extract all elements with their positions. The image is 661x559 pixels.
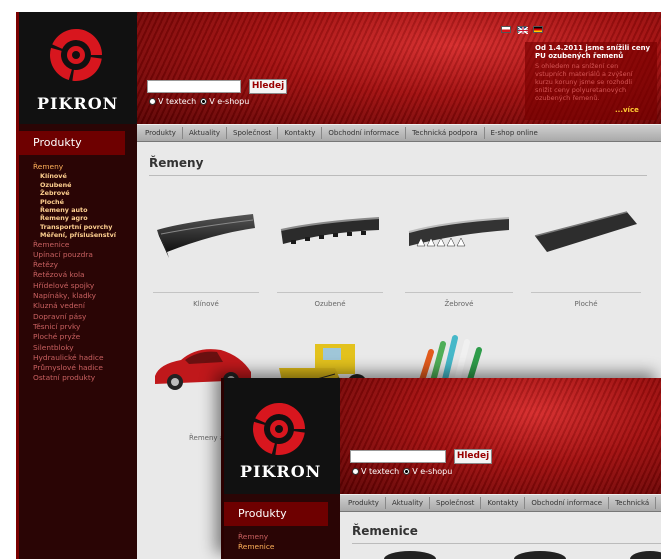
logo-area-2[interactable]: PIKRON xyxy=(224,378,340,494)
nav-item-eshop-online[interactable]: E-shop online xyxy=(485,127,544,139)
title-rule-2 xyxy=(352,543,661,544)
brand-name-2: PIKRON xyxy=(240,462,322,481)
search-button[interactable]: Hledej xyxy=(249,79,287,94)
nav-item-obchodni-informace[interactable]: Obchodní informace xyxy=(322,127,407,139)
flag-cz-icon[interactable] xyxy=(501,26,511,33)
nav-item-technicka-podpora[interactable]: Technická podpora xyxy=(406,127,485,139)
ribbed-belt-image[interactable] xyxy=(405,202,513,260)
radio-eshop[interactable]: V e-shopu xyxy=(200,97,249,106)
sidebar-menu-item[interactable]: Hřídelové spojky xyxy=(33,281,137,291)
sidebar-menu-item[interactable]: Dopravní pásy xyxy=(33,312,137,322)
sidebar-heading-2: Produkty xyxy=(224,502,328,526)
search-input[interactable] xyxy=(147,80,241,93)
nav-item-spolecnost-2[interactable]: Společnost xyxy=(430,497,482,509)
pikron-logo-icon xyxy=(253,403,305,455)
sidebar-menu-item[interactable]: Těsnicí prvky xyxy=(33,322,137,332)
search-button-2[interactable]: Hledej xyxy=(454,449,492,464)
product-rule-1 xyxy=(153,292,259,293)
nav-item-produkty[interactable]: Produkty xyxy=(139,127,183,139)
product-rule-3 xyxy=(405,292,513,293)
flat-belt-image[interactable] xyxy=(531,202,641,258)
flag-de-icon[interactable] xyxy=(533,26,543,33)
radio-texts[interactable]: V textech xyxy=(149,97,196,106)
news-more-link[interactable]: ...více xyxy=(615,106,639,114)
radio-texts-label-2: V textech xyxy=(361,467,400,476)
nav-item-technicka-2[interactable]: Technická xyxy=(609,497,657,509)
page-title-2: Řemenice xyxy=(352,524,418,538)
sidebar-menu-item[interactable]: Ploché xyxy=(33,198,137,206)
pikron-logo-icon xyxy=(50,29,102,81)
sidebar-menu-item[interactable]: Transportní povrchy xyxy=(33,223,137,231)
nav-item-aktuality-2[interactable]: Aktuality xyxy=(386,497,431,509)
product-label-klinove[interactable]: Klínové xyxy=(153,300,259,308)
logo-area[interactable]: PIKRON xyxy=(19,12,137,124)
sidebar-menu-item[interactable]: Řemenice xyxy=(33,240,137,250)
radio-texts-label: V textech xyxy=(158,97,197,106)
page-title: Řemeny xyxy=(149,156,204,170)
search-scope-options-2: V textech V e-shopu xyxy=(352,467,452,476)
nav-item-kontakty[interactable]: Kontakty xyxy=(278,127,323,139)
sidebar-menu-item[interactable]: Žebrové xyxy=(33,189,137,197)
sidebar-menu-item[interactable]: Ozubené xyxy=(33,181,137,189)
site-window-remenice: PIKRON Hledej V textech V e-shopu Produk… xyxy=(221,378,661,559)
flag-uk-icon[interactable] xyxy=(517,26,528,34)
sidebar-menu-item[interactable]: Řemeny xyxy=(33,162,137,172)
header-banner: Hledej V textech V e-shopu Od 1.4.2011 j… xyxy=(137,12,661,124)
sidebar-menu: Řemeny Klínové Ozubené Žebrové Ploché Řemeny … xyxy=(33,162,137,384)
sidebar-menu-item[interactable]: Silentbloky xyxy=(33,343,137,353)
nav-item-aktuality[interactable]: Aktuality xyxy=(183,127,228,139)
radio-texts-2[interactable]: V textech xyxy=(352,467,399,476)
sidebar-menu-item[interactable]: Hydraulické hadice xyxy=(33,353,137,363)
product-label-zebrove[interactable]: Žebrové xyxy=(405,300,513,308)
pulley-images[interactable] xyxy=(380,549,661,559)
main-nav-2: Produkty Aktuality Společnost Kontakty O… xyxy=(328,494,661,512)
news-body: S ohledem na snížení cen vstupních mater… xyxy=(535,62,633,102)
search-scope-options: V textech V e-shopu xyxy=(149,97,249,106)
radio-eshop-label: V e-shopu xyxy=(209,97,250,106)
sidebar-menu-item[interactable]: Průmyslové hadice xyxy=(33,363,137,373)
sidebar-menu-item[interactable]: Klínové xyxy=(33,172,137,180)
nav-item-obchodni-informace-2[interactable]: Obchodní informace xyxy=(525,497,610,509)
brand-name: PIKRON xyxy=(37,94,119,113)
v-belt-image[interactable] xyxy=(153,200,259,260)
sidebar-menu-item[interactable]: Měření, příslušenství xyxy=(33,231,137,239)
nav-item-produkty-2[interactable]: Produkty xyxy=(342,497,386,509)
header-banner-2: Hledej V textech V e-shopu xyxy=(340,378,661,494)
search-input-2[interactable] xyxy=(350,450,446,463)
radio-eshop-2[interactable]: V e-shopu xyxy=(403,467,452,476)
sidebar-menu-item[interactable]: Upínací pouzdra xyxy=(33,250,137,260)
sidebar-menu-item[interactable]: Ostatní produkty xyxy=(33,373,137,383)
radio-eshop-label-2: V e-shopu xyxy=(412,467,453,476)
product-label-ploche[interactable]: Ploché xyxy=(531,300,641,308)
sidebar-menu-item[interactable]: Řemeny agro xyxy=(33,214,137,222)
title-rule xyxy=(149,175,647,176)
sidebar-heading: Produkty xyxy=(19,131,125,155)
product-rule-4 xyxy=(531,292,641,293)
product-rule-2 xyxy=(277,292,383,293)
product-label-ozubene[interactable]: Ozubené xyxy=(277,300,383,308)
sidebar-menu-2-item[interactable]: Řemeny xyxy=(238,532,338,542)
main-content-2: Řemenice xyxy=(340,512,661,559)
timing-belt-image[interactable] xyxy=(277,204,383,256)
nav-item-spolecnost[interactable]: Společnost xyxy=(227,127,279,139)
sidebar-menu-item[interactable]: Napínáky, kladky xyxy=(33,291,137,301)
news-headline[interactable]: Od 1.4.2011 jsme snížili ceny PU ozubený… xyxy=(535,44,655,60)
sidebar-menu-item[interactable]: Kluzná vedení xyxy=(33,301,137,311)
sidebar-menu-2: Řemeny Řemenice xyxy=(238,532,338,553)
nav-item-kontakty-2[interactable]: Kontakty xyxy=(481,497,526,509)
sidebar-menu-item[interactable]: Řetězy xyxy=(33,260,137,270)
main-nav: Produkty Aktuality Společnost Kontakty O… xyxy=(125,124,661,142)
sidebar-menu-item[interactable]: Ploché pryže xyxy=(33,332,137,342)
sidebar-menu-item[interactable]: Řetězová kola xyxy=(33,270,137,280)
sidebar-menu-2-item[interactable]: Řemenice xyxy=(238,542,338,552)
